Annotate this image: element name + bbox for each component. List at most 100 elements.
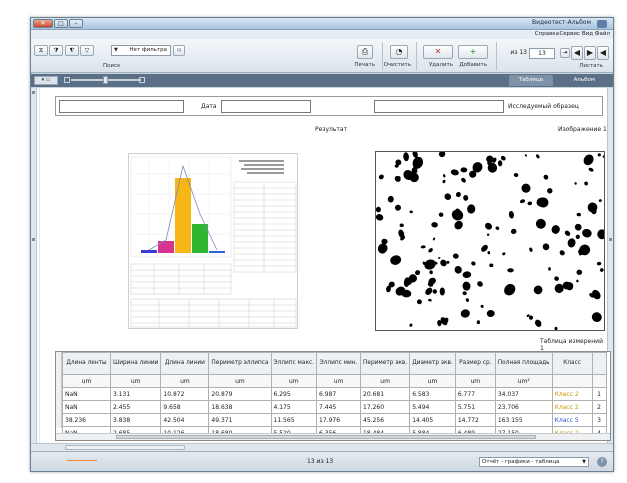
table-row[interactable]: NaN 3.131 10.872 20.879 6.295 6.987 20.681 6.58… — [62, 387, 607, 401]
col-header[interactable]: Эллипс макс. — [270, 352, 318, 375]
table-vertical-scrollbar[interactable] — [56, 352, 62, 428]
table-cell[interactable]: 4.175 — [270, 400, 318, 414]
zoom-slider-thumb[interactable] — [103, 76, 108, 84]
col-header[interactable]: Диаметр экв. — [409, 352, 456, 375]
menu-file[interactable]: Файл — [595, 31, 610, 37]
table-cell[interactable]: NaN — [62, 387, 111, 401]
table-cell[interactable]: 17.976 — [316, 413, 362, 427]
first-page-button[interactable]: ◀ — [597, 46, 609, 60]
table-cell[interactable]: 3.131 — [109, 387, 162, 401]
col-header[interactable]: Периметр эллипса — [208, 352, 272, 375]
table-cell[interactable]: 6.295 — [270, 387, 318, 401]
particle — [462, 291, 467, 296]
document-scroll-thumb[interactable] — [65, 445, 185, 450]
table-cell[interactable]: 6.777 — [454, 387, 496, 401]
col-header[interactable]: Длина линии — [160, 352, 210, 375]
table-cell[interactable]: 38.236 — [62, 413, 111, 427]
col-header[interactable]: Класс — [551, 352, 593, 375]
filter-select[interactable]: ▼ Нет фильтра — [111, 45, 171, 56]
zoom-in-icon[interactable] — [64, 77, 70, 83]
page-number-input[interactable]: 13 — [529, 48, 555, 59]
last-page-button[interactable]: ⇥ — [560, 48, 570, 58]
particle — [394, 175, 401, 182]
filter-settings-button[interactable]: ⧩ — [49, 45, 63, 56]
micrograph-image[interactable] — [375, 151, 605, 331]
table-cell[interactable]: 45.256 — [360, 413, 411, 427]
help-icon[interactable]: ? — [597, 457, 607, 467]
tab-table[interactable]: Таблица — [508, 75, 553, 86]
table-horizontal-scrollbar[interactable] — [56, 433, 610, 440]
table-cell[interactable]: 11.565 — [270, 413, 318, 427]
clear-button[interactable]: ◔ — [390, 45, 408, 59]
col-header[interactable]: Полная площадь — [494, 352, 553, 375]
zoom-dropdown[interactable]: ▾ ▭ — [34, 76, 58, 85]
table-cell[interactable]: 9.658 — [160, 400, 210, 414]
table-cell[interactable]: 5.751 — [454, 400, 496, 414]
print-button[interactable]: ⎙ — [357, 45, 373, 59]
report-template-select[interactable]: Отчёт - графики - таблица ▼ — [479, 457, 589, 467]
col-header[interactable]: Периметр экв. — [360, 352, 411, 375]
next-page-button[interactable]: ▶ — [584, 46, 596, 60]
filter-apply-button[interactable]: ▽ — [80, 45, 94, 56]
particle — [428, 248, 433, 253]
filter-toggle-button[interactable]: ⌑ — [173, 45, 185, 56]
particle — [507, 268, 514, 273]
col-header[interactable]: Эллипс мин. — [316, 352, 362, 375]
table-cell[interactable]: 18.638 — [208, 400, 272, 414]
prev-page-button[interactable]: ◀ — [571, 46, 583, 60]
particle — [576, 212, 581, 217]
unit-cell: um — [454, 374, 496, 388]
zoom-out-icon[interactable] — [139, 77, 145, 83]
table-cell[interactable]: 20.681 — [360, 387, 411, 401]
table-cell[interactable]: 5.494 — [409, 400, 456, 414]
table-cell[interactable]: NaN — [62, 400, 111, 414]
table-cell[interactable]: 17.260 — [360, 400, 411, 414]
table-cell[interactable]: 3.838 — [109, 413, 162, 427]
col-header[interactable]: Ширина линии — [109, 352, 162, 375]
table-cell[interactable]: 23.706 — [494, 400, 553, 414]
table-cell[interactable]: 6.987 — [316, 387, 362, 401]
scroll-up-icon[interactable] — [32, 91, 35, 94]
menu-help[interactable]: Справка — [535, 31, 559, 37]
filter-clear-button[interactable]: ⧖ — [34, 45, 48, 56]
left-scrollbar[interactable] — [31, 88, 37, 443]
menu-service[interactable]: Сервис — [559, 31, 580, 37]
table-cell[interactable]: 14.772 — [454, 413, 496, 427]
table-cell[interactable]: 2.455 — [109, 400, 162, 414]
minimize-button[interactable]: – — [69, 19, 83, 28]
close-button[interactable]: ✕ — [33, 19, 53, 28]
table-cell[interactable]: 49.371 — [208, 413, 272, 427]
col-header[interactable]: Размер ср. — [454, 352, 496, 375]
particle — [564, 230, 571, 236]
particle — [528, 315, 534, 320]
menu-view[interactable]: Вид — [582, 31, 593, 37]
table-scroll-thumb[interactable] — [116, 435, 536, 439]
date-field[interactable] — [221, 100, 311, 113]
document-horizontal-scrollbar[interactable] — [31, 443, 613, 451]
table-cell[interactable]: 14.405 — [409, 413, 456, 427]
tab-album[interactable]: Альбом — [564, 75, 605, 86]
particle — [395, 204, 401, 211]
first-page-icon: ◀ — [599, 48, 607, 57]
table-row[interactable]: NaN 2.455 9.658 18.638 4.175 7.445 17.260 5.494… — [62, 400, 607, 414]
class-cell[interactable]: Класс 2 — [551, 387, 593, 401]
add-button[interactable]: + — [458, 45, 488, 59]
table-cell[interactable]: 34.037 — [494, 387, 553, 401]
particle — [597, 229, 604, 240]
sample-field[interactable] — [374, 100, 504, 113]
table-cell[interactable]: 163.155 — [494, 413, 553, 427]
table-cell[interactable]: 20.879 — [208, 387, 272, 401]
maximize-button[interactable]: □ — [54, 19, 68, 28]
class-cell[interactable]: Класс 5 — [551, 413, 593, 427]
progress-accent — [67, 460, 97, 461]
filter-add-button[interactable]: ⧨ — [65, 45, 79, 56]
table-cell[interactable]: 42.504 — [160, 413, 210, 427]
date-field-box[interactable] — [59, 100, 184, 113]
class-cell[interactable]: Класс 2 — [551, 400, 593, 414]
table-row[interactable]: 38.236 3.838 42.504 49.371 11.565 17.976 45.25… — [62, 413, 607, 427]
table-cell[interactable]: 10.872 — [160, 387, 210, 401]
table-cell[interactable]: 7.445 — [316, 400, 362, 414]
col-header[interactable]: Длина ленты — [62, 352, 111, 375]
table-cell[interactable]: 6.583 — [409, 387, 456, 401]
delete-button[interactable]: ✕ — [423, 45, 453, 59]
